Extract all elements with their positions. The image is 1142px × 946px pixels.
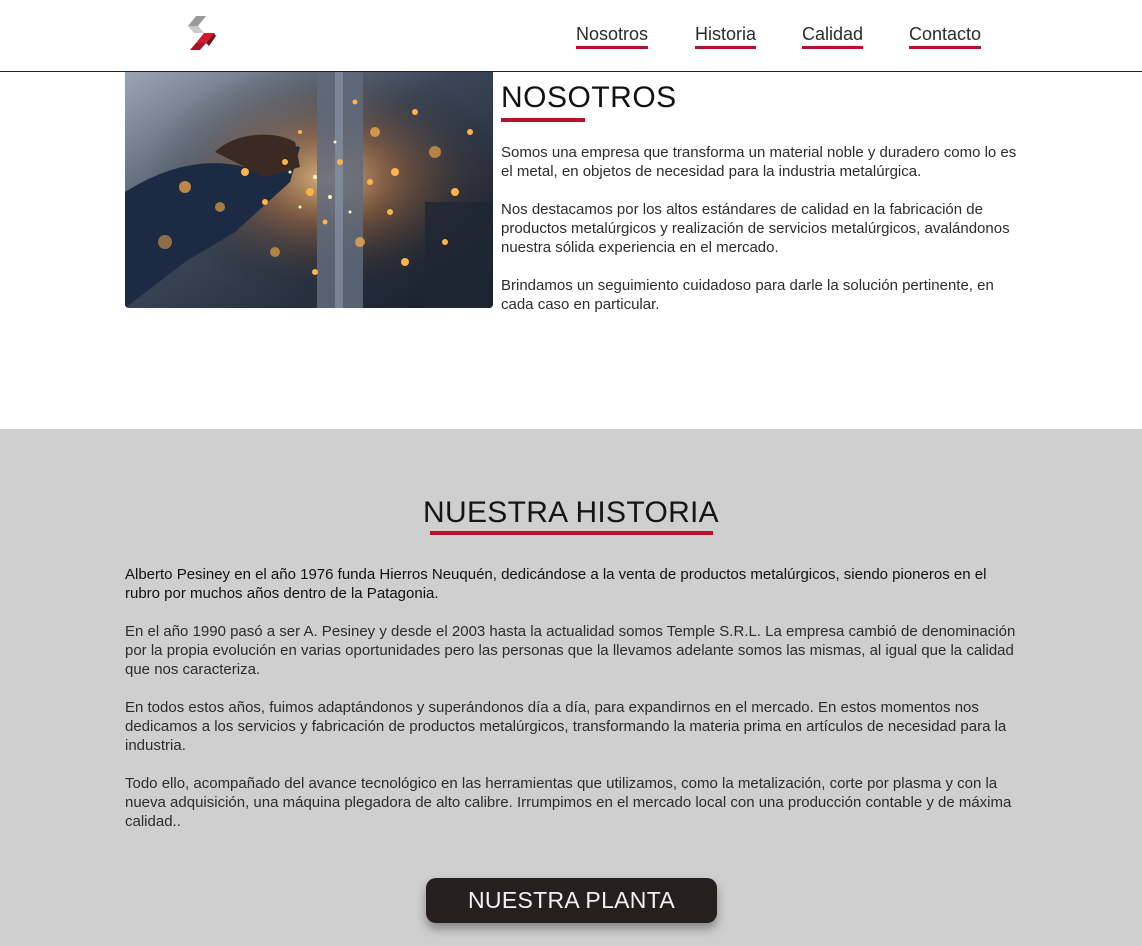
about-title: NOSOTROS — [501, 81, 677, 114]
history-title: NUESTRA HISTORIA — [423, 496, 719, 529]
nav-link-calidad[interactable]: Calidad — [802, 24, 864, 49]
nav-link-nosotros[interactable]: Nosotros — [576, 24, 649, 49]
history-paragraph: Todo ello, acompañado del avance tecnoló… — [125, 775, 1012, 830]
nav-link-contacto[interactable]: Contacto — [909, 24, 982, 49]
nuestra-planta-button[interactable]: NUESTRA PLANTA — [426, 878, 717, 923]
main-nav: Nosotros Historia Calidad Contacto — [0, 24, 1142, 49]
about-title-underline — [501, 118, 585, 122]
about-paragraph: Brindamos un seguimiento cuidadoso para … — [501, 277, 994, 313]
history-paragraph: En el año 1990 pasó a ser A. Pesiney y d… — [125, 623, 1016, 678]
welding-sparks-photo — [125, 72, 493, 308]
history-paragraph: Alberto Pesiney en el año 1976 funda Hie… — [125, 566, 987, 602]
history-paragraph: En todos estos años, fuimos adaptándonos… — [125, 699, 1007, 754]
nav-link-historia[interactable]: Historia — [695, 24, 757, 49]
about-paragraph: Nos destacamos por los altos estándares … — [501, 201, 1010, 256]
about-paragraph: Somos una empresa que transforma un mate… — [501, 144, 1017, 180]
site-header: Nosotros Historia Calidad Contacto — [0, 0, 1142, 72]
history-title-underline — [430, 531, 713, 535]
history-section: NUESTRA HISTORIA Alberto Pesiney en el a… — [0, 429, 1142, 946]
